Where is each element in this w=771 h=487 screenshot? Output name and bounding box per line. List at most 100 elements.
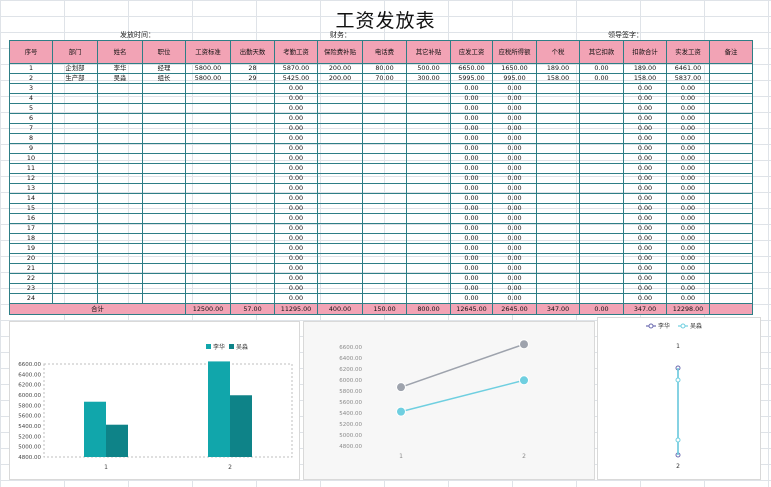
table-cell[interactable]	[317, 103, 363, 114]
table-cell[interactable]: 经理	[142, 63, 186, 74]
table-cell[interactable]: 0.00	[492, 223, 537, 234]
table-cell[interactable]	[406, 123, 451, 134]
table-cell[interactable]	[97, 153, 143, 164]
table-cell[interactable]	[362, 283, 407, 294]
table-cell[interactable]	[317, 283, 363, 294]
table-cell[interactable]: 李华	[97, 63, 143, 74]
table-cell[interactable]	[142, 143, 186, 154]
table-cell[interactable]	[536, 193, 580, 204]
table-cell[interactable]	[709, 83, 753, 94]
table-cell[interactable]	[230, 123, 275, 134]
table-cell[interactable]: 0.00	[623, 133, 667, 144]
table-cell[interactable]	[185, 203, 231, 214]
table-cell[interactable]: 0.00	[450, 223, 493, 234]
table-cell[interactable]	[52, 93, 98, 104]
table-cell[interactable]	[362, 143, 407, 154]
table-cell[interactable]: 0.00	[450, 113, 493, 124]
table-cell[interactable]: 0.00	[666, 163, 710, 174]
total-cell[interactable]: 12298.00	[666, 303, 710, 315]
header-cell[interactable]: 考勤工资	[274, 40, 318, 64]
table-cell[interactable]: 3	[9, 83, 53, 94]
table-cell[interactable]: 0.00	[274, 133, 318, 144]
table-cell[interactable]	[317, 293, 363, 304]
header-cell[interactable]: 工资标准	[185, 40, 231, 64]
table-cell[interactable]	[317, 133, 363, 144]
table-cell[interactable]	[536, 113, 580, 124]
table-cell[interactable]	[362, 83, 407, 94]
table-cell[interactable]: 0.00	[450, 293, 493, 304]
header-cell[interactable]: 保险费补贴	[317, 40, 363, 64]
table-cell[interactable]: 0.00	[666, 103, 710, 114]
table-cell[interactable]: 7	[9, 123, 53, 134]
table-cell[interactable]	[52, 103, 98, 114]
table-cell[interactable]	[52, 173, 98, 184]
table-cell[interactable]: 0.00	[666, 273, 710, 284]
table-cell[interactable]: 0.00	[623, 183, 667, 194]
table-cell[interactable]: 10	[9, 153, 53, 164]
table-cell[interactable]: 0.00	[274, 153, 318, 164]
table-cell[interactable]: 0.00	[492, 93, 537, 104]
table-cell[interactable]: 5837.00	[666, 73, 710, 84]
header-cell[interactable]: 实发工资	[666, 40, 710, 64]
table-cell[interactable]	[709, 163, 753, 174]
table-cell[interactable]	[709, 203, 753, 214]
table-cell[interactable]	[142, 293, 186, 304]
table-cell[interactable]	[97, 103, 143, 114]
table-cell[interactable]: 0.00	[450, 253, 493, 264]
table-cell[interactable]	[709, 73, 753, 84]
table-cell[interactable]	[185, 283, 231, 294]
table-cell[interactable]: 0.00	[623, 173, 667, 184]
table-cell[interactable]	[97, 123, 143, 134]
table-cell[interactable]	[579, 133, 624, 144]
table-cell[interactable]: 9	[9, 143, 53, 154]
table-cell[interactable]	[185, 293, 231, 304]
table-cell[interactable]	[142, 233, 186, 244]
table-cell[interactable]	[185, 123, 231, 134]
header-cell[interactable]: 电话费	[362, 40, 407, 64]
table-cell[interactable]	[406, 113, 451, 124]
table-cell[interactable]	[52, 163, 98, 174]
table-cell[interactable]	[362, 93, 407, 104]
table-cell[interactable]	[362, 213, 407, 224]
total-cell[interactable]: 0.00	[579, 303, 624, 315]
header-cell[interactable]: 备注	[709, 40, 753, 64]
table-cell[interactable]	[52, 253, 98, 264]
total-cell[interactable]: 12645.00	[450, 303, 493, 315]
table-cell[interactable]	[536, 153, 580, 164]
table-cell[interactable]	[97, 203, 143, 214]
table-cell[interactable]: 0.00	[274, 93, 318, 104]
table-cell[interactable]: 4	[9, 93, 53, 104]
table-cell[interactable]	[142, 243, 186, 254]
table-cell[interactable]	[709, 233, 753, 244]
table-cell[interactable]: 0.00	[623, 153, 667, 164]
table-cell[interactable]: 0.00	[274, 163, 318, 174]
table-cell[interactable]: 5800.00	[185, 63, 231, 74]
table-cell[interactable]	[185, 133, 231, 144]
table-cell[interactable]: 16	[9, 213, 53, 224]
table-cell[interactable]	[317, 163, 363, 174]
table-cell[interactable]: 70.00	[362, 73, 407, 84]
table-cell[interactable]: 23	[9, 283, 53, 294]
table-cell[interactable]	[185, 93, 231, 104]
table-cell[interactable]: 0.00	[450, 233, 493, 244]
table-cell[interactable]: 0.00	[666, 123, 710, 134]
table-cell[interactable]	[230, 103, 275, 114]
table-cell[interactable]	[97, 233, 143, 244]
table-cell[interactable]	[579, 183, 624, 194]
table-cell[interactable]	[709, 113, 753, 124]
table-cell[interactable]: 12	[9, 173, 53, 184]
table-cell[interactable]: 0.00	[492, 233, 537, 244]
table-cell[interactable]: 0.00	[623, 123, 667, 134]
table-cell[interactable]	[362, 173, 407, 184]
table-cell[interactable]	[142, 163, 186, 174]
table-cell[interactable]: 0.00	[492, 203, 537, 214]
table-cell[interactable]	[709, 223, 753, 234]
table-cell[interactable]	[317, 273, 363, 284]
table-cell[interactable]: 0.00	[450, 173, 493, 184]
table-cell[interactable]	[230, 93, 275, 104]
table-cell[interactable]: 0.00	[666, 193, 710, 204]
table-cell[interactable]: 0.00	[623, 163, 667, 174]
table-cell[interactable]	[536, 83, 580, 94]
table-cell[interactable]	[185, 103, 231, 114]
table-cell[interactable]: 0.00	[623, 253, 667, 264]
